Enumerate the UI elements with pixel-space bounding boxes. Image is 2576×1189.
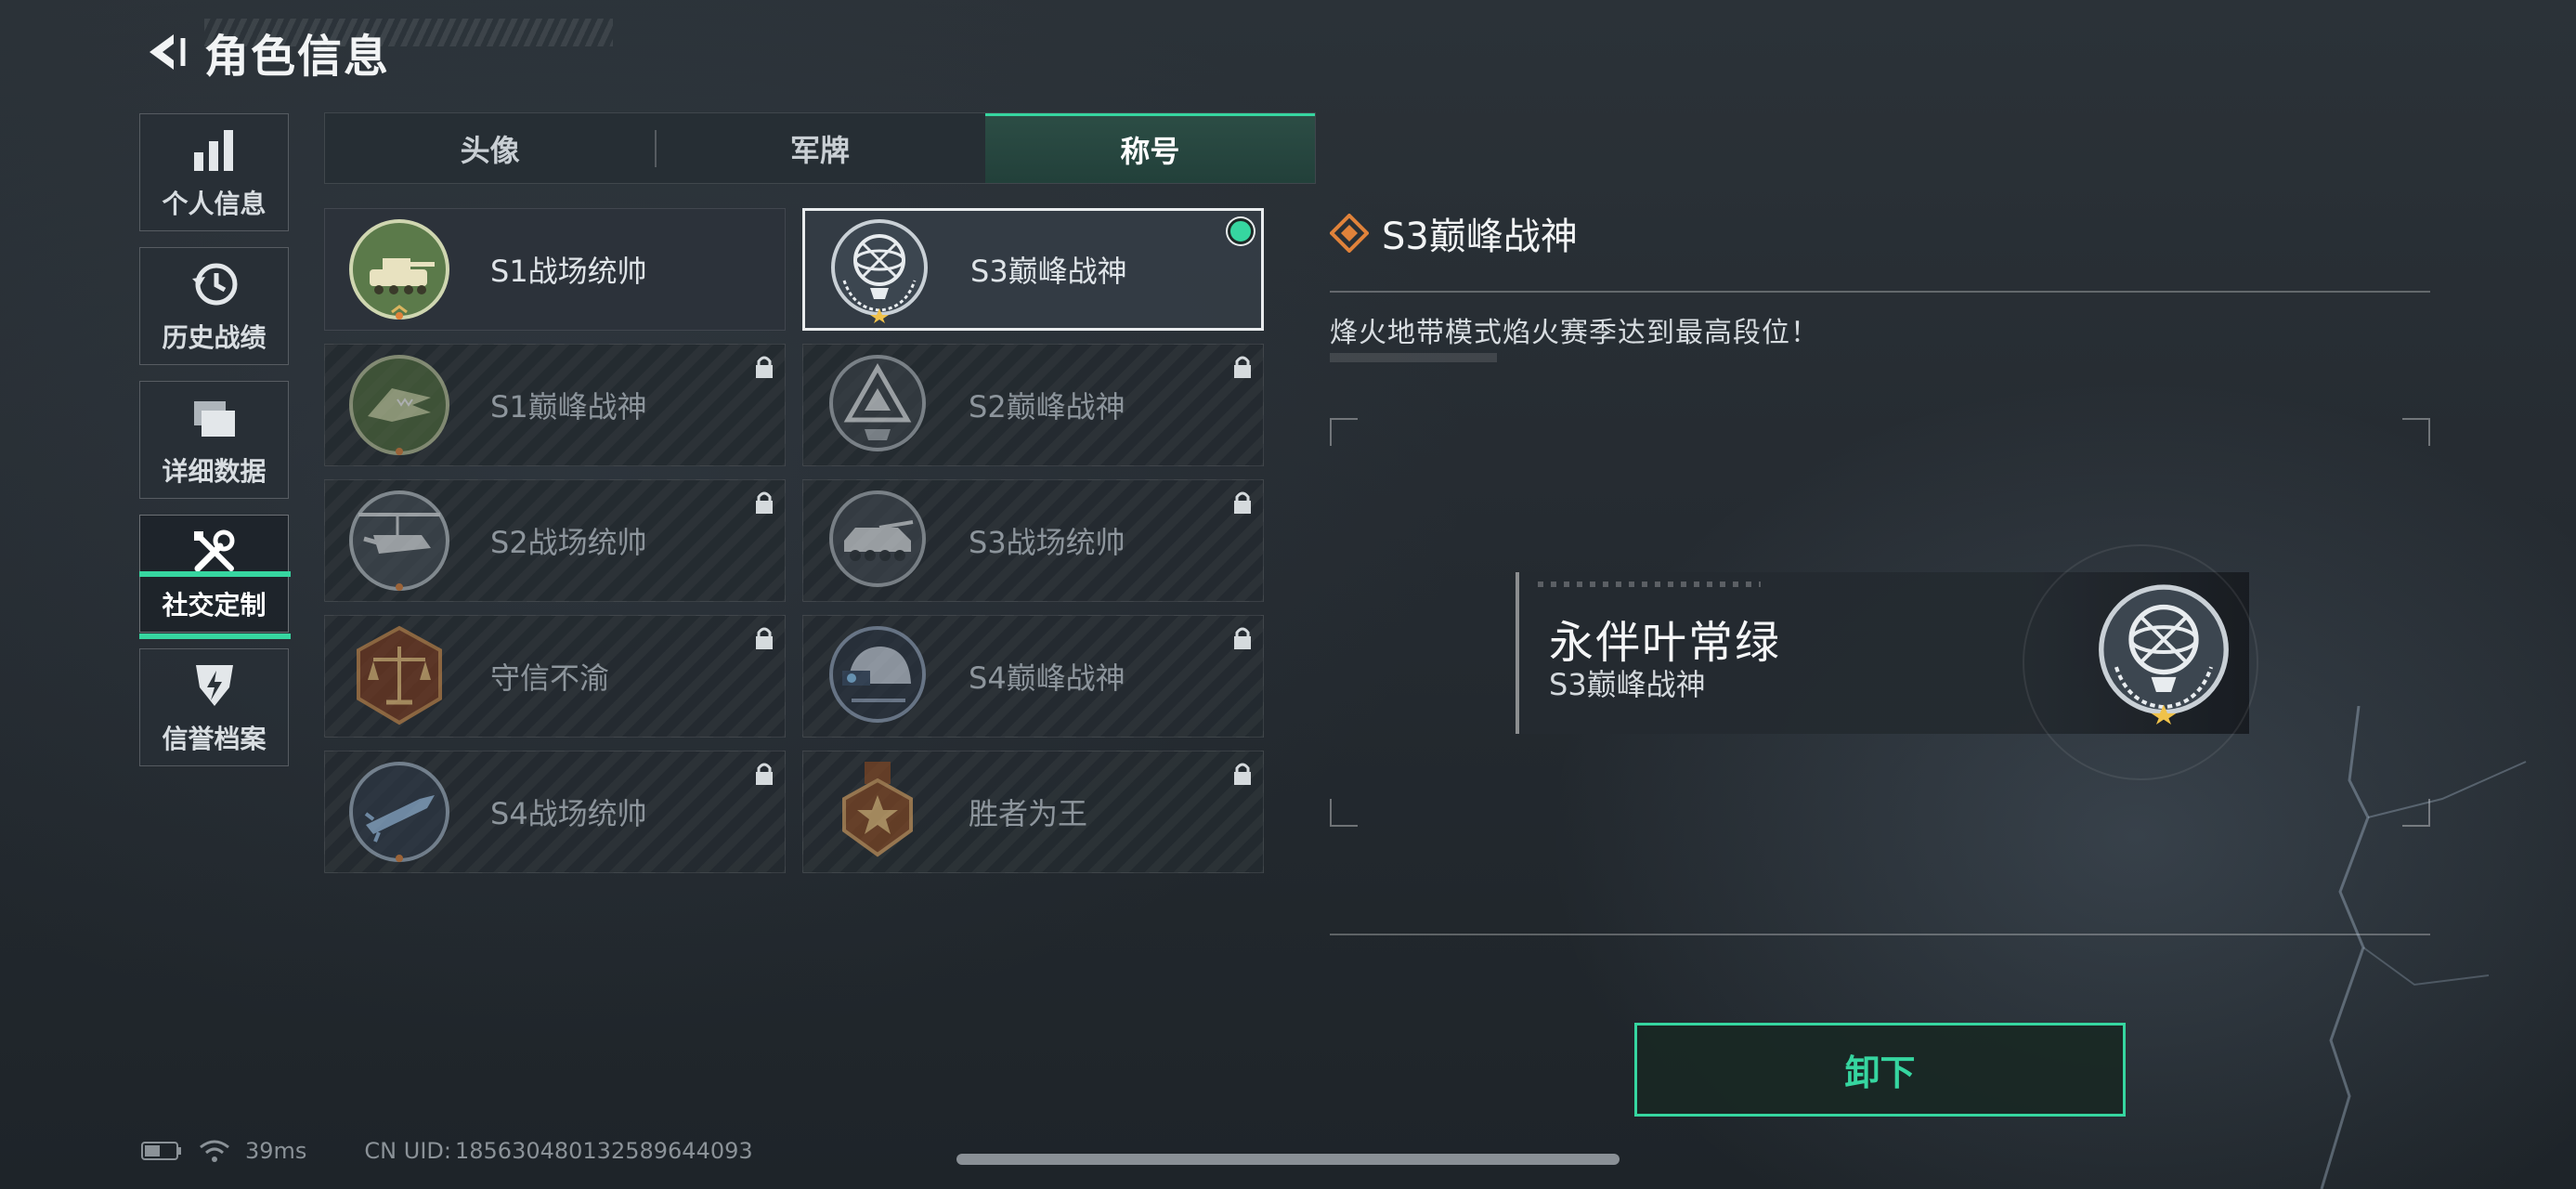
title-label: S2战场统帅 bbox=[490, 525, 647, 560]
title-card-winner-is-king[interactable]: 胜者为王 bbox=[802, 751, 1264, 873]
uid-value: 185630480132589644093 bbox=[454, 1138, 753, 1164]
armillary-emblem-icon bbox=[2099, 584, 2229, 725]
sidebar-item-label: 历史战绩 bbox=[162, 321, 267, 353]
active-indicator bbox=[139, 634, 291, 639]
scales-emblem-icon bbox=[357, 625, 442, 725]
lock-icon bbox=[1234, 491, 1251, 514]
title-card-s1-commander[interactable]: S1战场统帅 bbox=[324, 208, 786, 331]
title-label: S3巅峰战神 bbox=[970, 254, 1127, 289]
back-arrow-icon bbox=[150, 34, 186, 70]
sidebar-item-detailed-data[interactable]: 详细数据 bbox=[139, 381, 289, 499]
credit-badge-icon bbox=[195, 664, 233, 706]
uid-label: CN UID: bbox=[364, 1138, 451, 1164]
helicopter-emblem-icon bbox=[349, 490, 449, 591]
medal-emblem-icon bbox=[842, 762, 913, 857]
title-label: S3战场统帅 bbox=[969, 525, 1125, 560]
title-card-s3-war-god[interactable]: S3巅峰战神 bbox=[802, 208, 1264, 331]
sidebar-item-label: 信誉档案 bbox=[162, 723, 267, 754]
sidebar-item-credit-record[interactable]: 信誉档案 bbox=[139, 648, 289, 766]
divider bbox=[1330, 291, 2430, 293]
frame-corner bbox=[2402, 799, 2430, 827]
lock-icon bbox=[756, 356, 773, 378]
title-card-s3-commander[interactable]: S3战场统帅 bbox=[802, 479, 1264, 602]
title-label: S4巅峰战神 bbox=[969, 660, 1125, 696]
title-label: S1战场统帅 bbox=[490, 254, 647, 289]
crocodile-emblem-icon bbox=[349, 355, 449, 455]
title-card-s1-war-god[interactable]: S1巅峰战神 bbox=[324, 344, 786, 466]
diamond-rank-icon bbox=[1330, 214, 1369, 253]
tab-bar: 头像 军牌 称号 bbox=[324, 112, 1316, 184]
page-header: 角色信息 bbox=[139, 22, 391, 83]
sidebar-item-label: 个人信息 bbox=[162, 188, 267, 219]
title-card-s4-commander[interactable]: S4战场统帅 bbox=[324, 751, 786, 873]
back-button[interactable] bbox=[139, 26, 191, 78]
title-label: S4战场统帅 bbox=[490, 796, 647, 831]
frame-corner bbox=[1330, 418, 1358, 446]
sidebar-item-history[interactable]: 历史战绩 bbox=[139, 247, 289, 365]
missile-emblem-icon bbox=[349, 762, 449, 862]
title-label: S2巅峰战神 bbox=[969, 389, 1125, 425]
helmet-emblem-icon bbox=[829, 626, 926, 723]
detail-title: S3巅峰战神 bbox=[1382, 216, 1578, 258]
tank-emblem-icon bbox=[349, 219, 449, 320]
active-nav-wrap: 社交定制 bbox=[139, 515, 291, 639]
frame-corner bbox=[2402, 418, 2430, 446]
home-indicator[interactable] bbox=[956, 1154, 1620, 1165]
battery-icon bbox=[141, 1142, 181, 1160]
status-bar: 39ms CN UID: 185630480132589644093 bbox=[141, 1138, 753, 1164]
armillary-emblem-icon bbox=[831, 219, 928, 323]
lock-icon bbox=[756, 763, 773, 785]
lock-icon bbox=[1234, 356, 1251, 378]
frame-corner bbox=[1330, 799, 1358, 827]
ping-value: 39ms bbox=[245, 1138, 307, 1164]
lock-icon bbox=[1234, 627, 1251, 649]
title-card-keep-faith[interactable]: 守信不渝 bbox=[324, 615, 786, 738]
title-label: 胜者为王 bbox=[969, 796, 1088, 831]
tab-title[interactable]: 称号 bbox=[984, 113, 1315, 183]
lock-icon bbox=[756, 627, 773, 649]
bar-chart-icon bbox=[193, 129, 233, 171]
history-icon bbox=[191, 263, 237, 305]
folder-icon bbox=[193, 400, 235, 437]
tab-dog-tag[interactable]: 军牌 bbox=[655, 113, 984, 183]
sidebar-item-label: 社交定制 bbox=[162, 589, 267, 621]
lock-icon bbox=[1234, 763, 1251, 785]
title-label: S1巅峰战神 bbox=[490, 389, 647, 425]
armored-vehicle-emblem-icon bbox=[829, 490, 926, 587]
equipped-indicator bbox=[1228, 218, 1254, 244]
sidebar-item-label: 详细数据 bbox=[162, 455, 267, 487]
detail-header: S3巅峰战神 bbox=[1330, 206, 1578, 260]
lock-icon bbox=[756, 491, 773, 514]
wifi-icon bbox=[200, 1140, 229, 1162]
title-label: 守信不渝 bbox=[490, 660, 610, 696]
page-title: 角色信息 bbox=[204, 31, 391, 83]
triangle-emblem-icon bbox=[829, 355, 926, 451]
title-card-s4-war-god[interactable]: S4巅峰战神 bbox=[802, 615, 1264, 738]
title-card-s2-commander[interactable]: S2战场统帅 bbox=[324, 479, 786, 602]
side-nav: 个人信息 历史战绩 详细数据 社交定制 信誉档案 bbox=[139, 113, 291, 782]
tools-icon bbox=[193, 529, 234, 571]
title-card-s2-war-god[interactable]: S2巅峰战神 bbox=[802, 344, 1264, 466]
title-grid: S1战场统帅 S3巅峰战神 S1巅峰战神 S2巅峰战神 S2战场统帅 S3战场统… bbox=[324, 208, 1264, 873]
sidebar-item-personal-info[interactable]: 个人信息 bbox=[139, 113, 289, 231]
sidebar-item-social-custom[interactable]: 社交定制 bbox=[139, 515, 289, 633]
detail-description: 烽火地带模式焰火赛季达到最高段位！ bbox=[1330, 317, 1819, 349]
nameplate-preview: 永伴叶常绿 S3巅峰战神 bbox=[1516, 544, 2258, 780]
tab-avatar[interactable]: 头像 bbox=[325, 113, 655, 183]
nameplate-title: S3巅峰战神 bbox=[1549, 667, 1706, 702]
description-decoration bbox=[1330, 353, 1497, 362]
nameplate-decoration bbox=[1538, 581, 1761, 587]
unequip-button[interactable]: 卸下 bbox=[1634, 1023, 2126, 1117]
divider bbox=[1330, 934, 2430, 935]
